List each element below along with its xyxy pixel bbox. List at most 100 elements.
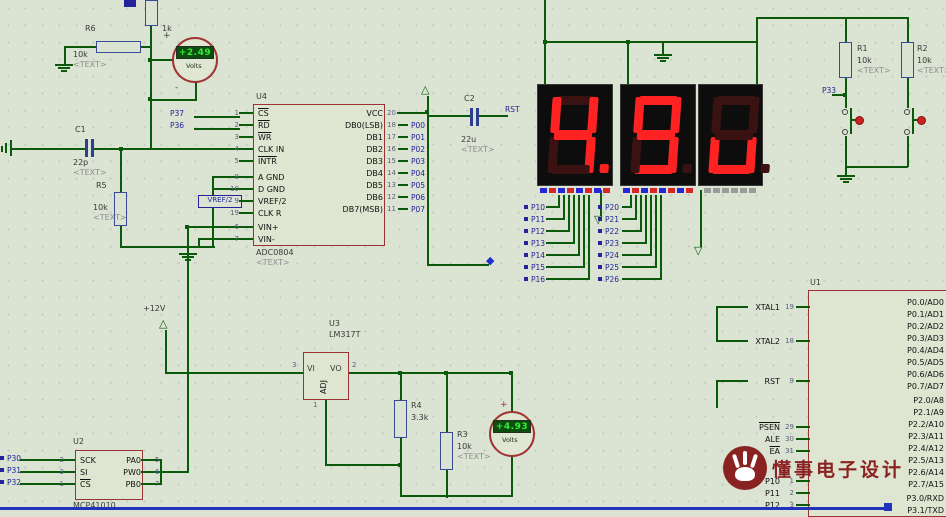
- pin-row[interactable]: P0.4/AD4: [800, 344, 944, 356]
- pin-row[interactable]: P2.1/A9: [800, 406, 944, 418]
- resistor-r3[interactable]: [440, 432, 453, 470]
- pin-row[interactable]: 1 CS: [227, 107, 286, 119]
- pin-row[interactable]: 2 RD: [227, 119, 286, 131]
- pin-row[interactable]: DB2: [287, 143, 383, 155]
- capacitor-c1[interactable]: [91, 139, 94, 157]
- net-label-rst[interactable]: RST: [505, 105, 520, 114]
- net-terminal[interactable]: P20: [598, 201, 619, 213]
- net-terminal[interactable]: P32: [0, 476, 21, 488]
- pin-row[interactable]: 14 P04: [387, 167, 425, 179]
- pin-row[interactable]: P3.1/TXD: [800, 504, 944, 516]
- wire: [546, 230, 570, 232]
- pin-row[interactable]: 16 P02: [387, 143, 425, 155]
- net-label-p33[interactable]: P33: [822, 86, 836, 95]
- capacitor-c2[interactable]: [470, 108, 473, 126]
- pin-row[interactable]: DB5: [287, 179, 383, 191]
- pin-row[interactable]: P0.3/AD3: [800, 332, 944, 344]
- net-terminal[interactable]: P10: [524, 201, 545, 213]
- pin-row[interactable]: 3 SI: [52, 466, 96, 478]
- arrow-up-terminal-icon: △: [421, 83, 430, 96]
- wire: [427, 96, 429, 266]
- pin-row[interactable]: DB7(MSB): [287, 203, 383, 215]
- pin-row[interactable]: 12 P06: [387, 191, 425, 203]
- net-terminal[interactable]: P13: [524, 237, 545, 249]
- net-label-p36[interactable]: P36: [170, 121, 184, 130]
- power-rail-label[interactable]: +12V: [143, 304, 165, 314]
- pin-row[interactable]: 3 WR: [227, 131, 286, 143]
- pin-row[interactable]: 10 D GND: [227, 183, 286, 195]
- resistor-r4[interactable]: [394, 400, 407, 438]
- net-terminal[interactable]: P31: [0, 464, 21, 476]
- pin-row[interactable]: 4 CLK IN: [227, 143, 286, 155]
- pin-row[interactable]: 5 INTR: [227, 155, 286, 167]
- pin-row[interactable]: 17 P01: [387, 131, 425, 143]
- net-terminal[interactable]: P22: [598, 225, 619, 237]
- pin-row[interactable]: 9 VREF/2: [227, 195, 287, 207]
- pin-row[interactable]: 11 P07: [387, 203, 425, 215]
- pin-stub: [239, 188, 253, 190]
- pin-row[interactable]: 1 CS: [52, 478, 96, 490]
- pin-indicator: [650, 188, 657, 193]
- net-terminal[interactable]: P30: [0, 452, 21, 464]
- pin-row[interactable]: 7 VIN-: [227, 233, 286, 245]
- net-terminal[interactable]: P15: [524, 261, 545, 273]
- pin-row[interactable]: 13 P05: [387, 179, 425, 191]
- resistor-r1[interactable]: [839, 42, 852, 78]
- net-terminal[interactable]: P25: [598, 261, 619, 273]
- pin-stub: [398, 160, 408, 162]
- pin-row[interactable]: DB6: [287, 191, 383, 203]
- net-terminal[interactable]: P16: [524, 273, 545, 285]
- pin-row[interactable]: P2.4/A12: [800, 442, 944, 454]
- seven-seg-display-3[interactable]: [698, 84, 770, 186]
- pin-row[interactable]: DB1: [287, 131, 383, 143]
- pin-row[interactable]: P2.0/A8: [800, 394, 944, 406]
- schematic-canvas: 1k R6 10k <TEXT> +2.49 Volts + - C1 22p …: [0, 0, 946, 517]
- pin-row[interactable]: 2 SCK: [52, 454, 96, 466]
- net-terminal[interactable]: P26: [598, 273, 619, 285]
- net-terminal[interactable]: P24: [598, 249, 619, 261]
- pin-row[interactable]: PA0 5: [95, 454, 167, 466]
- pin-row[interactable]: PW0 6: [95, 466, 167, 478]
- pin-row[interactable]: P0.0/AD0: [800, 296, 944, 308]
- push-button-1[interactable]: [855, 116, 864, 125]
- pin-row[interactable]: P2.2/A10: [800, 418, 944, 430]
- pin-row[interactable]: 19 CLK R: [227, 207, 286, 219]
- voltmeter-2[interactable]: [489, 411, 535, 457]
- capacitor-c1[interactable]: [85, 139, 88, 157]
- segment-b: [748, 97, 760, 133]
- pin-indicator: [677, 188, 684, 193]
- pin-row[interactable]: P3.0/RXD: [800, 492, 944, 504]
- seven-seg-display-1[interactable]: [537, 84, 613, 186]
- hand-icon: [749, 453, 759, 469]
- voltmeter-1[interactable]: [172, 37, 218, 83]
- pin-row[interactable]: 20: [387, 107, 425, 119]
- resistor-1k[interactable]: [145, 0, 158, 26]
- pin-row[interactable]: DB4: [287, 167, 383, 179]
- net-terminal[interactable]: P11: [524, 213, 545, 225]
- pin-row[interactable]: P0.2/AD2: [800, 320, 944, 332]
- pin-row[interactable]: 6 VIN+: [227, 221, 286, 233]
- pin-row[interactable]: DB0(LSB): [287, 119, 383, 131]
- pin-row[interactable]: PB0 7: [95, 478, 167, 490]
- pin-row[interactable]: P0.5/AD5: [800, 356, 944, 368]
- pin-row[interactable]: 18 P00: [387, 119, 425, 131]
- pin-row[interactable]: P0.1/AD1: [800, 308, 944, 320]
- resistor-r6[interactable]: [96, 41, 141, 53]
- pin-row[interactable]: P0.7/AD7: [800, 380, 944, 392]
- pin-row[interactable]: P0.6/AD6: [800, 368, 944, 380]
- pin-row[interactable]: DB3: [287, 155, 383, 167]
- wire: [446, 372, 448, 433]
- net-terminal[interactable]: P12: [524, 225, 545, 237]
- pin-row[interactable]: 8 A GND: [227, 171, 286, 183]
- resistor-r2[interactable]: [901, 42, 914, 78]
- capacitor-c2[interactable]: [476, 108, 479, 126]
- pin-row[interactable]: P2.3/A11: [800, 430, 944, 442]
- wire: [716, 340, 748, 342]
- pin-row[interactable]: VCC: [287, 107, 383, 119]
- pin-row[interactable]: 15 P03: [387, 155, 425, 167]
- net-terminal[interactable]: P23: [598, 237, 619, 249]
- push-button-2[interactable]: [917, 116, 926, 125]
- net-label-p37[interactable]: P37: [170, 109, 184, 118]
- seven-seg-display-2[interactable]: [620, 84, 696, 186]
- net-terminal[interactable]: P14: [524, 249, 545, 261]
